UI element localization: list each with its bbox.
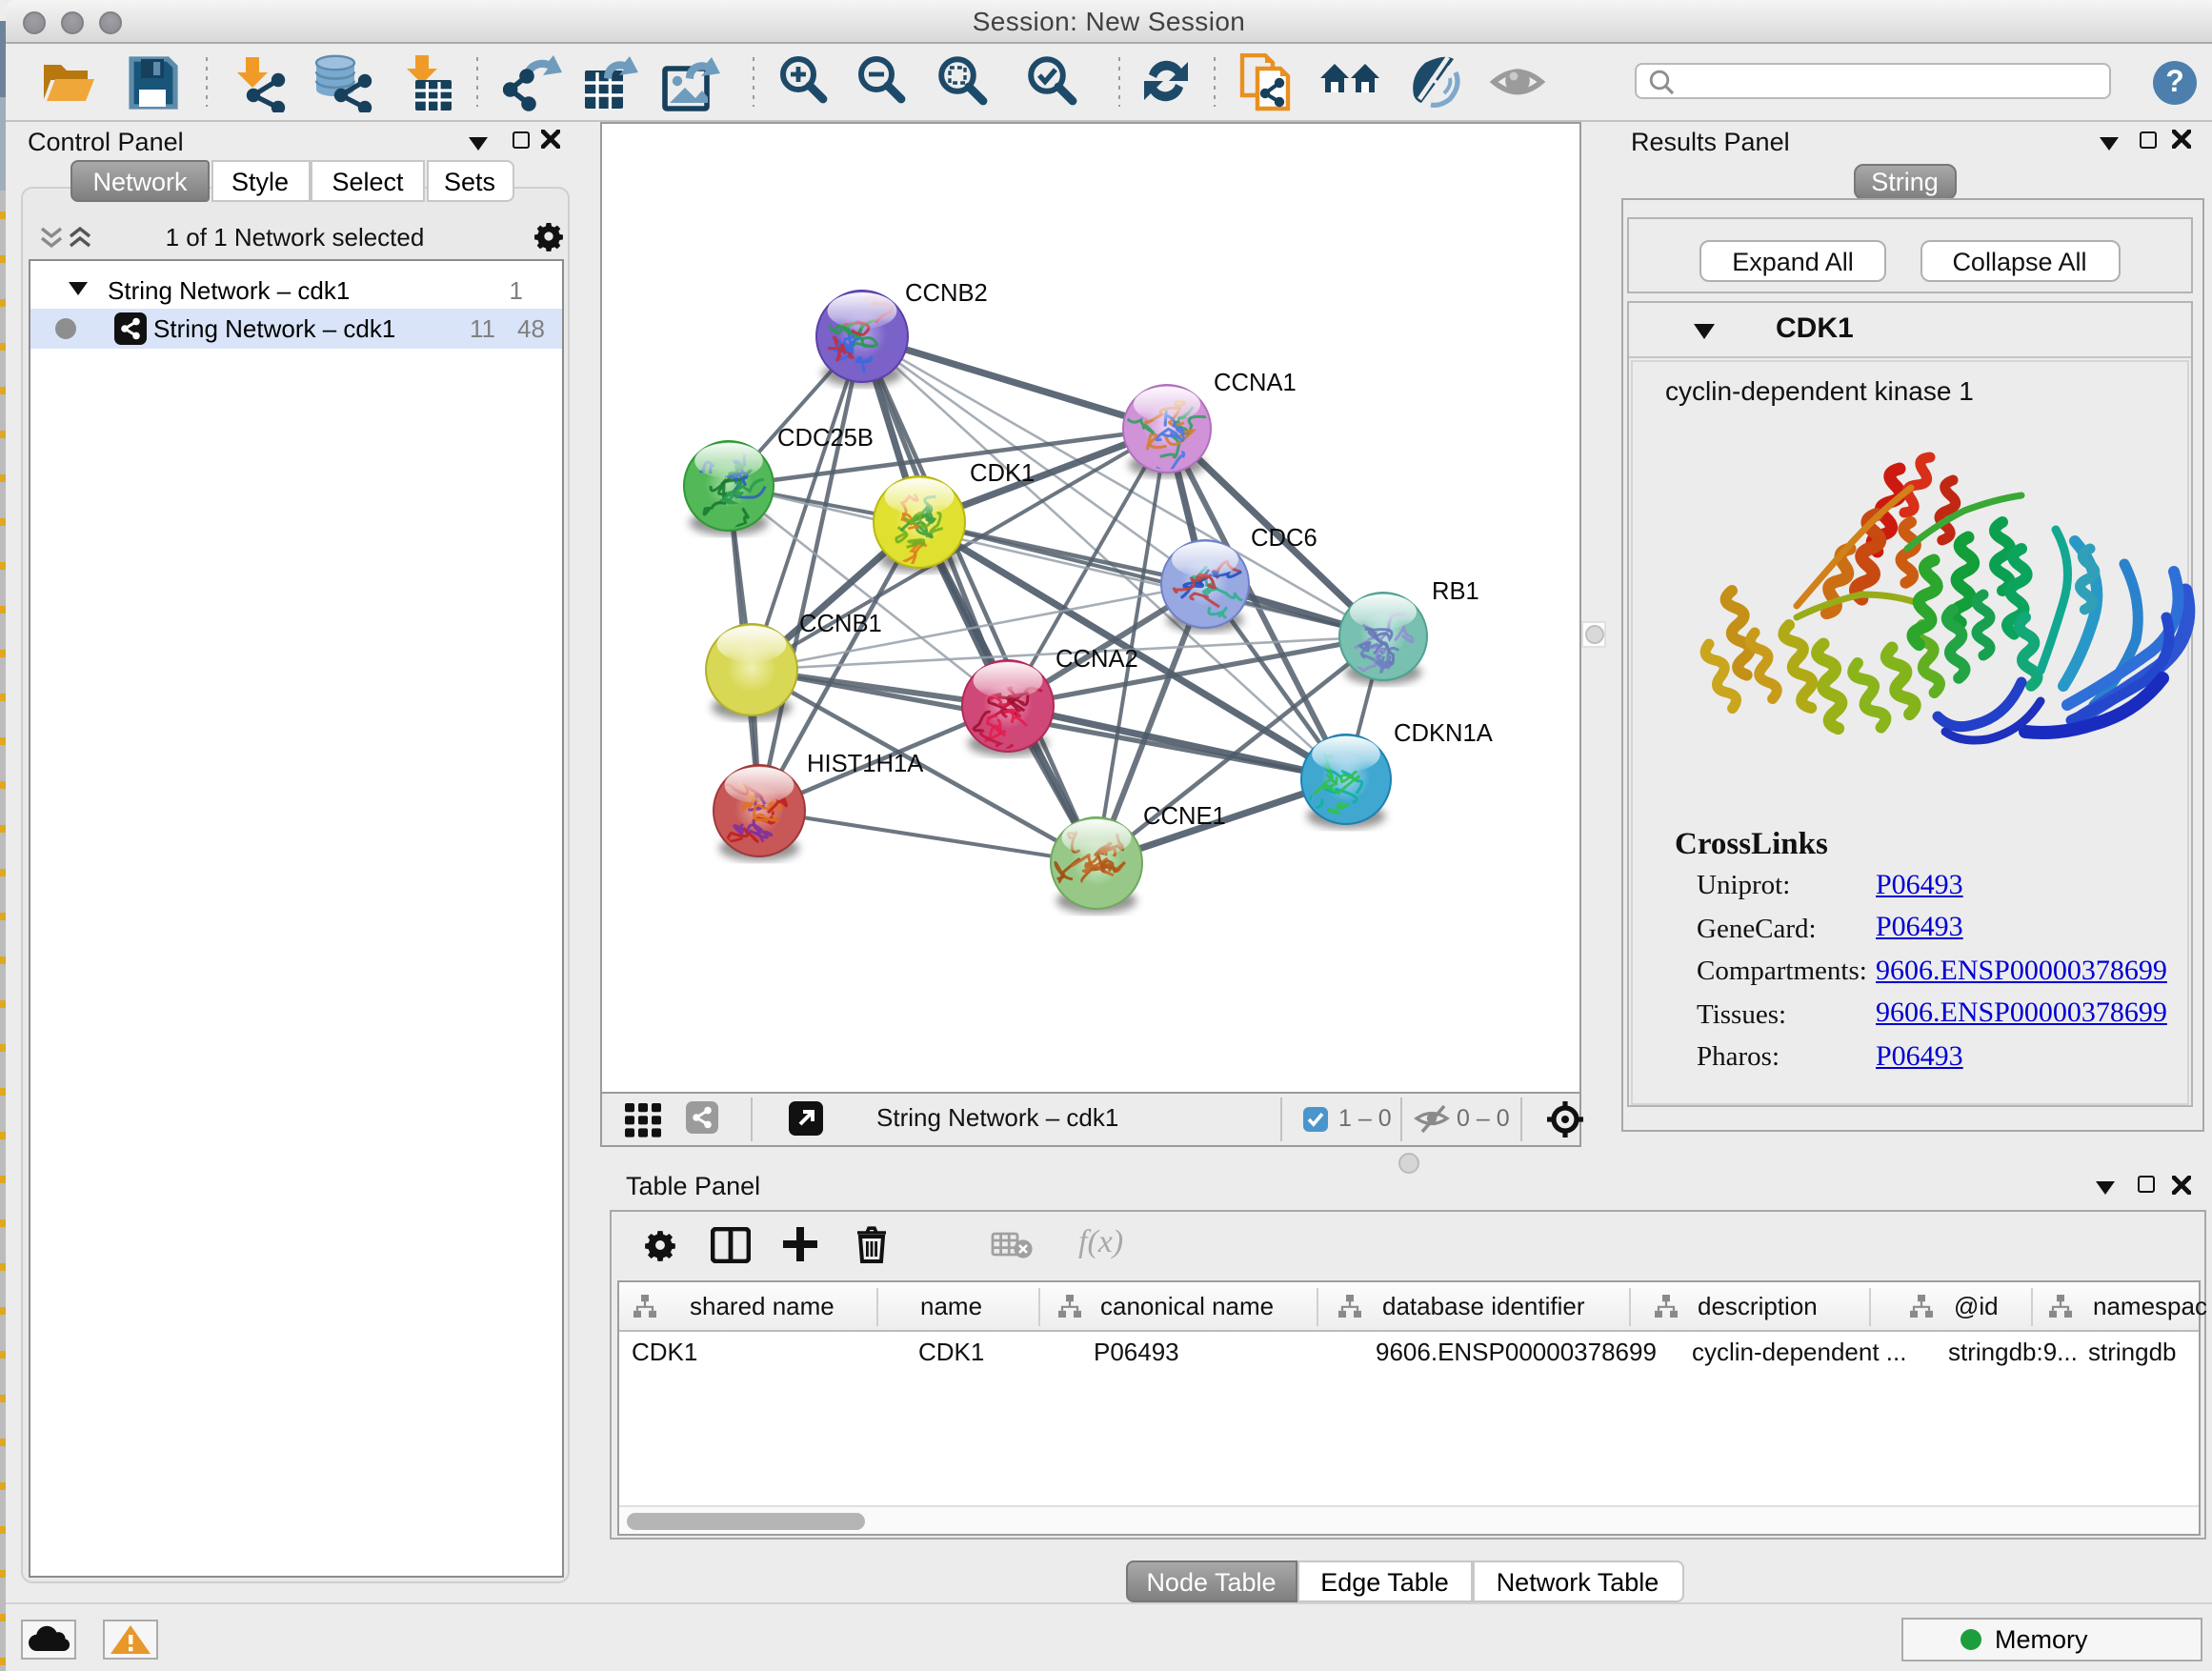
svg-text:RB1: RB1 [1431,577,1478,604]
svg-text:CCNE1: CCNE1 [1142,802,1225,829]
svg-text:HIST1H1A: HIST1H1A [806,750,923,776]
svg-text:CCNB1: CCNB1 [798,610,881,636]
svg-text:CDKN1A: CDKN1A [1393,719,1493,746]
svg-text:CCNA1: CCNA1 [1213,369,1296,395]
svg-text:CDK1: CDK1 [969,459,1034,486]
svg-text:CDC6: CDC6 [1250,524,1317,551]
svg-text:CCNB2: CCNB2 [904,279,987,306]
svg-text:CDC25B: CDC25B [776,424,873,451]
svg-text:CCNA2: CCNA2 [1055,645,1137,672]
